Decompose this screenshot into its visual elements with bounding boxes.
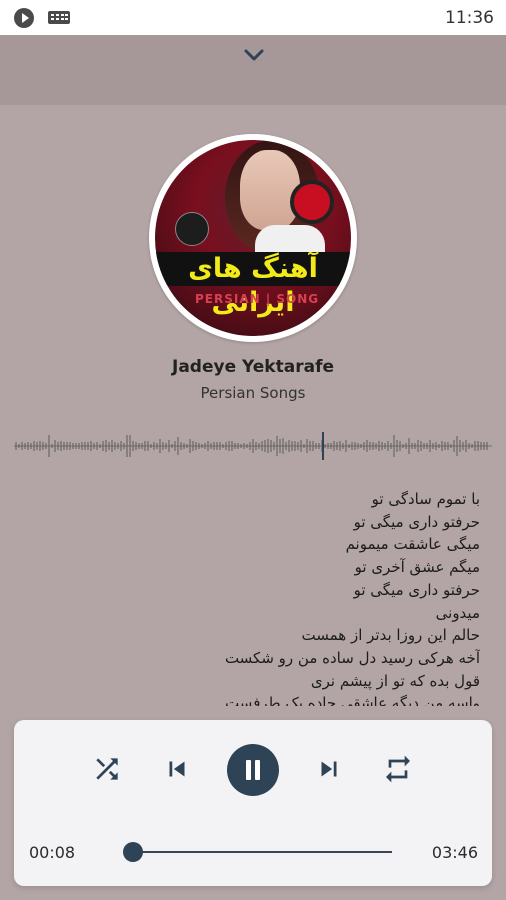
lyric-line: حالم این روزا بدتر از همست xyxy=(301,626,481,645)
lyric-line: واسه من دیگه عاشقی جاده یک طرفست xyxy=(225,694,480,706)
seek-bar-thumb[interactable] xyxy=(123,842,144,862)
seek-bar[interactable] xyxy=(123,842,392,862)
clock: 11:36 xyxy=(445,8,494,28)
album-art: آهنگ های ایرانی PERSIAN | SONG xyxy=(149,134,357,342)
track-title: Jadeye Yektarafe xyxy=(172,357,334,377)
lyric-line: قول بده که تو از پیشم نری xyxy=(310,671,480,690)
play-notification-icon xyxy=(14,8,34,28)
track-artist: Persian Songs xyxy=(200,384,306,402)
keyboard-icon xyxy=(48,11,70,24)
player-controls-card: 00:08 03:46 xyxy=(14,720,492,886)
album-art-title: آهنگ های ایرانی xyxy=(155,252,351,318)
lyric-line: حرفتو داری میگی تو xyxy=(353,580,480,599)
shuffle-icon[interactable] xyxy=(91,753,123,785)
chevron-down-icon[interactable] xyxy=(238,43,270,67)
pause-button[interactable] xyxy=(227,744,279,796)
repeat-icon[interactable] xyxy=(382,753,414,785)
current-time: 00:08 xyxy=(29,843,76,862)
lyric-line: حرفتو داری میگی تو xyxy=(353,512,480,531)
album-art-image: آهنگ های ایرانی PERSIAN | SONG xyxy=(155,140,351,336)
album-art-footer: PERSIAN | SONG xyxy=(195,292,320,306)
status-bar: 11:36 xyxy=(0,0,506,35)
lyric-line: میگی عاشقت میمونم xyxy=(345,535,480,554)
collapse-header xyxy=(0,35,506,105)
previous-icon[interactable] xyxy=(162,754,192,784)
headphone-graphic xyxy=(290,180,334,224)
lyrics-panel: با تموم سادگی تو حرفتو داری میگی تو میگی ع… xyxy=(150,488,480,706)
waveform-visualizer[interactable] xyxy=(14,430,492,462)
album-logo xyxy=(175,212,209,246)
next-icon[interactable] xyxy=(314,754,344,784)
lyric-line: میدونی xyxy=(435,603,480,622)
lyric-line: با تموم سادگی تو xyxy=(371,490,480,508)
lyric-line: آخه هرکی رسید دل ساده من رو شکست xyxy=(224,648,480,667)
total-time: 03:46 xyxy=(431,843,478,862)
lyric-line: میگم عشق آخری تو xyxy=(354,558,480,577)
